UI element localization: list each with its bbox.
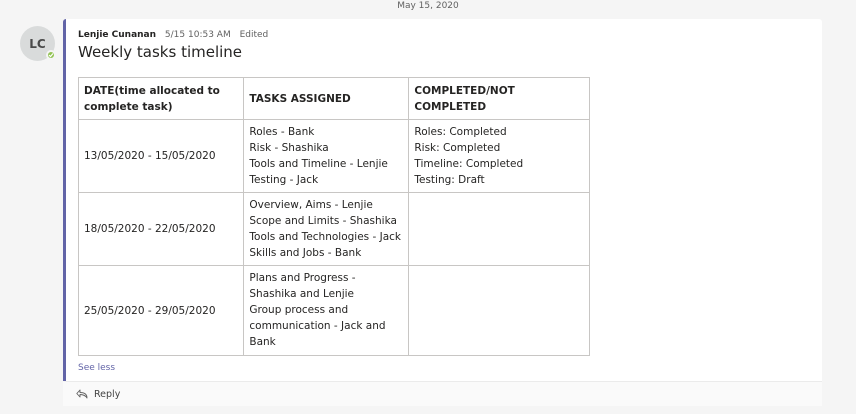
status-item: Risk: Completed [414, 142, 501, 154]
tasks-cell: Plans and Progress - Shashika and Lenjie… [243, 265, 410, 356]
reply-icon [76, 389, 88, 399]
task-item: Roles - Bank [249, 126, 315, 138]
table-header-row: DATE(time allocated to complete task) TA… [77, 77, 590, 120]
status-item: Timeline: Completed [414, 158, 524, 170]
avatar[interactable]: LC [20, 26, 56, 61]
date-divider: May 15, 2020 [397, 1, 459, 11]
date-range-cell: 25/05/2020 - 29/05/2020 [77, 265, 245, 356]
column-header-tasks: TASKS ASSIGNED [243, 77, 410, 120]
column-header-date: DATE(time allocated to complete task) [77, 77, 245, 120]
edited-label: Edited [239, 30, 269, 40]
task-item: Skills and Jobs - Bank [249, 247, 362, 259]
task-item: Risk - Shashika [249, 142, 329, 154]
message-meta: Lenjie Cunanan 5/15 10:53 AM Edited [78, 29, 268, 41]
reply-label: Reply [94, 388, 121, 400]
date-range-cell: 13/05/2020 - 15/05/2020 [77, 119, 245, 193]
status-cell [408, 192, 590, 266]
date-range-cell: 18/05/2020 - 22/05/2020 [77, 192, 245, 266]
message-title: Weekly tasks timeline [78, 43, 243, 61]
chat-thread: May 15, 2020 LC Lenjie Cunanan 5/15 10:5… [0, 0, 856, 414]
task-item: Group process and communication - Jack a… [249, 304, 386, 348]
message-timestamp: 5/15 10:53 AM [164, 30, 231, 40]
see-less-link[interactable]: See less [78, 362, 115, 374]
author-name[interactable]: Lenjie Cunanan [78, 30, 156, 40]
status-cell [408, 265, 590, 356]
task-item: Tools and Timeline - Lenjie [249, 158, 388, 170]
message-card: Lenjie Cunanan 5/15 10:53 AM Edited Week… [63, 19, 822, 381]
task-item: Testing - Jack [249, 174, 319, 186]
task-item: Overview, Aims - Lenjie [249, 199, 373, 211]
task-item: Plans and Progress - Shashika and Lenjie [249, 272, 356, 300]
table-row: 25/05/2020 - 29/05/2020 Plans and Progre… [77, 265, 590, 356]
presence-available-icon [46, 50, 56, 60]
table-row: 18/05/2020 - 22/05/2020 Overview, Aims -… [77, 192, 590, 266]
tasks-table: DATE(time allocated to complete task) TA… [77, 77, 590, 356]
status-cell: Roles: Completed Risk: Completed Timelin… [408, 119, 590, 193]
status-item: Roles: Completed [414, 126, 507, 138]
status-item: Testing: Draft [414, 174, 485, 186]
table-row: 13/05/2020 - 15/05/2020 Roles - Bank Ris… [77, 119, 590, 193]
reply-button[interactable]: Reply [63, 381, 822, 406]
task-item: Scope and Limits - Shashika [249, 215, 397, 227]
avatar-initials: LC [29, 36, 46, 51]
task-item: Tools and Technologies - Jack [249, 231, 401, 243]
tasks-cell: Overview, Aims - Lenjie Scope and Limits… [243, 192, 410, 266]
column-header-status: COMPLETED/NOT COMPLETED [408, 77, 590, 120]
tasks-cell: Roles - Bank Risk - Shashika Tools and T… [243, 119, 410, 193]
